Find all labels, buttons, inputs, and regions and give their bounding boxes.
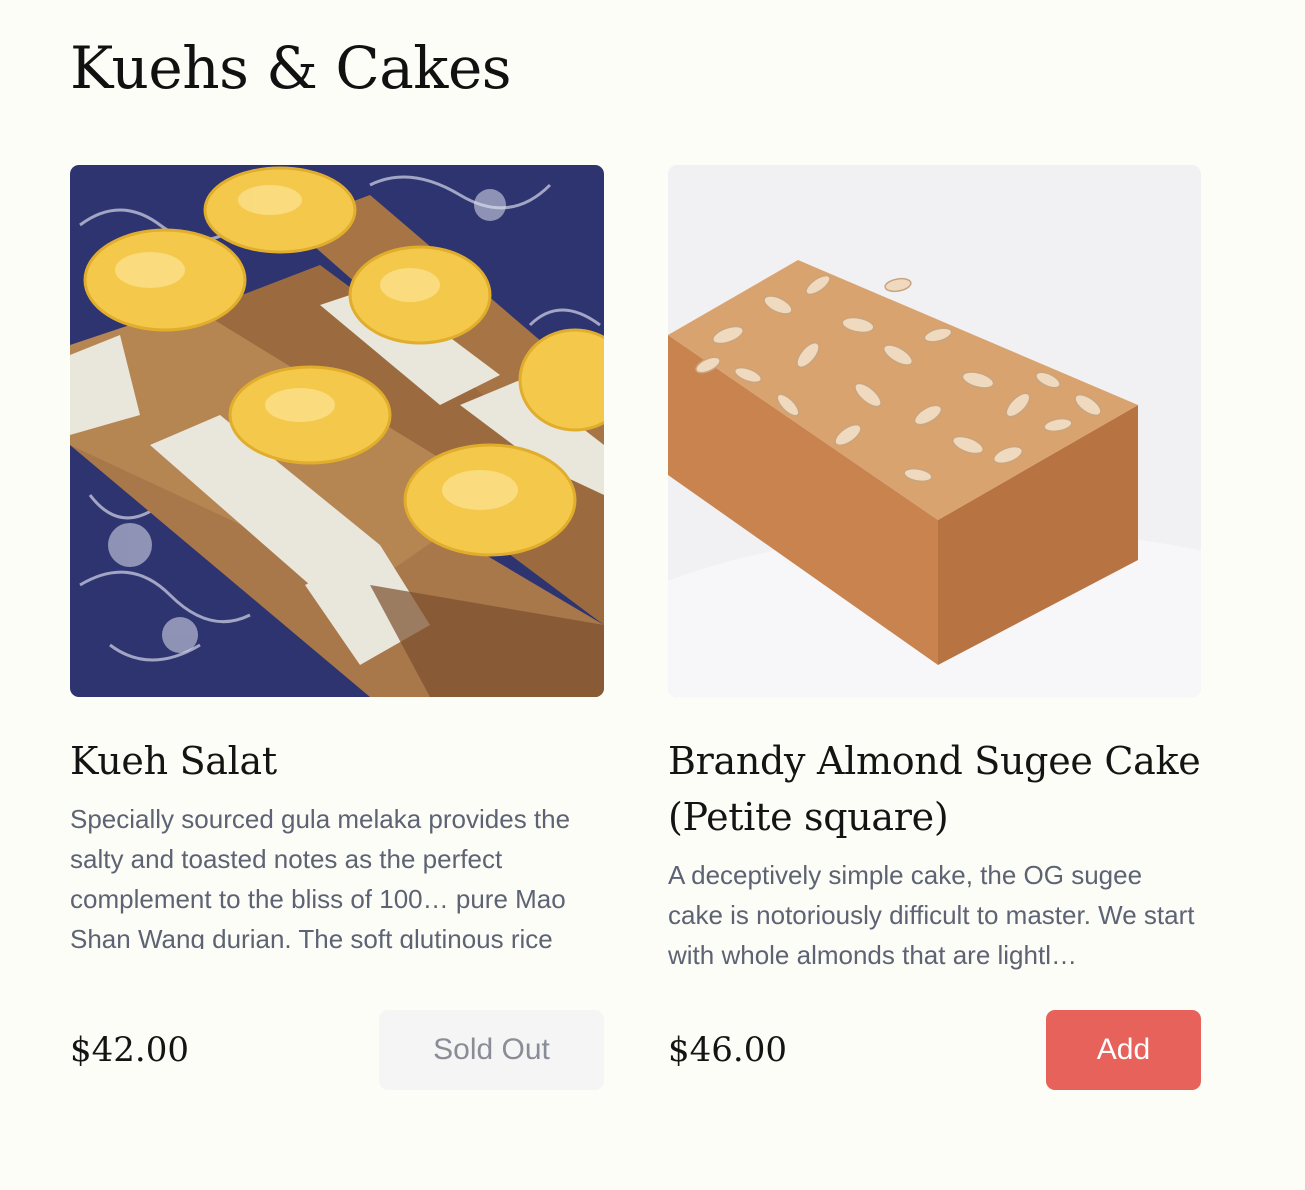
product-card-kueh-salat[interactable]: Kueh Salat Specially sourced gula melaka… — [70, 165, 604, 1095]
product-image-almond-sugee-cake[interactable] — [668, 165, 1201, 697]
product-card-brandy-almond-sugee-cake[interactable]: Brandy Almond Sugee Cake (Petite square)… — [668, 165, 1201, 1095]
product-price: $46.00 — [668, 1030, 787, 1070]
section-title: Kuehs & Cakes — [70, 34, 512, 102]
product-name[interactable]: Brandy Almond Sugee Cake (Petite square) — [668, 733, 1201, 845]
product-footer: $42.00 Sold Out — [70, 1010, 604, 1090]
product-price: $42.00 — [70, 1030, 189, 1070]
product-footer: $46.00 Add — [668, 1010, 1201, 1090]
sold-out-button[interactable]: Sold Out — [379, 1010, 604, 1090]
product-description: Specially sourced gula melaka provides t… — [70, 804, 571, 949]
product-name[interactable]: Kueh Salat — [70, 733, 604, 789]
add-to-cart-button[interactable]: Add — [1046, 1010, 1201, 1090]
product-image-kueh-salat[interactable] — [70, 165, 604, 697]
product-description: A deceptively simple cake, the OG sugee … — [668, 860, 1195, 970]
